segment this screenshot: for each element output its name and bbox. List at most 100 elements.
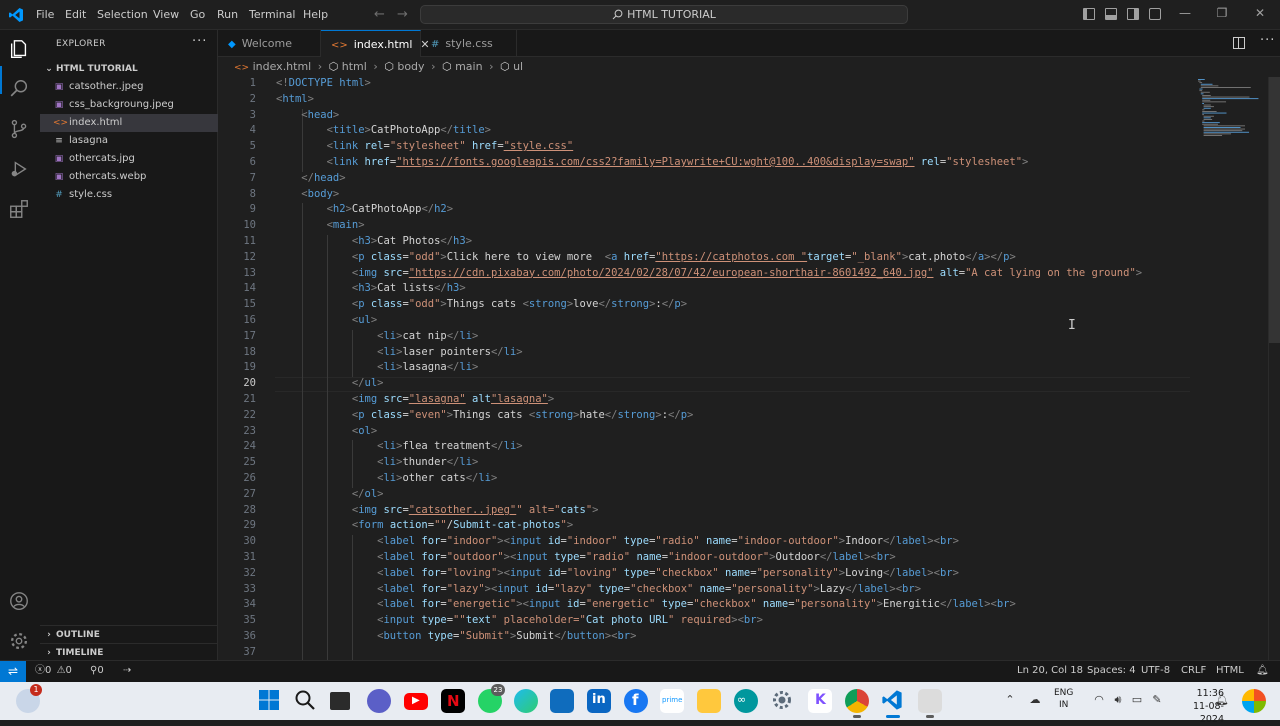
code-line[interactable]: <img src="lasagna" alt"lasagna">: [276, 393, 554, 405]
code-line[interactable]: <button type="Submit">Submit</button><br…: [276, 630, 636, 642]
notification-bell-icon[interactable]: 🔔︎: [1215, 693, 1229, 707]
snipping-tool-icon[interactable]: [918, 689, 942, 718]
file-item[interactable]: ▣ css_backgroung.jpeg: [40, 96, 218, 114]
close-window-icon[interactable]: ✕: [1250, 6, 1270, 22]
tab-welcome[interactable]: ◆ Welcome: [218, 30, 321, 57]
toggle-secondary-sidebar-icon[interactable]: [1127, 8, 1139, 20]
battery-icon[interactable]: ▭: [1130, 693, 1144, 707]
search-icon[interactable]: [8, 78, 32, 102]
code-line[interactable]: <body>: [276, 188, 339, 200]
code-line[interactable]: <h3>Cat Photos</h3>: [276, 235, 472, 247]
breadcrumb-ul[interactable]: ul: [513, 60, 523, 73]
extensions-icon[interactable]: [8, 198, 32, 222]
code-line[interactable]: <ol>: [276, 425, 377, 437]
file-item[interactable]: # style.css: [40, 186, 218, 204]
code-line[interactable]: <label for="lazy"><input id="lazy" type=…: [276, 583, 921, 595]
more-actions-icon[interactable]: ···: [192, 34, 207, 49]
file-item[interactable]: ▣ othercats.jpg: [40, 150, 218, 168]
code-line[interactable]: <li>cat nip</li>: [276, 330, 478, 342]
store-icon[interactable]: [550, 689, 574, 713]
menu-selection[interactable]: Selection: [97, 8, 148, 21]
arrow-right-icon[interactable]: →: [397, 7, 408, 22]
code-line[interactable]: <li>flea treatment</li>: [276, 440, 522, 452]
menu-file[interactable]: File: [36, 8, 54, 21]
youtube-icon[interactable]: ▶: [404, 693, 428, 710]
minimize-icon[interactable]: —: [1175, 6, 1195, 22]
tab-index-html[interactable]: <> index.html ✕: [321, 30, 430, 57]
restore-icon[interactable]: ❐: [1212, 6, 1232, 22]
code-line[interactable]: <h2>CatPhotoApp</h2>: [276, 203, 454, 215]
scrollbar-thumb[interactable]: [1269, 77, 1280, 343]
code-line[interactable]: <p class="even">Things cats <strong>hate…: [276, 409, 694, 421]
teams-icon[interactable]: [367, 689, 391, 713]
code-line[interactable]: <form action=""/Submit-cat-photos">: [276, 519, 573, 531]
minimap[interactable]: [1194, 77, 1268, 157]
timeline-section[interactable]: › TIMELINE: [40, 643, 218, 661]
netflix-icon[interactable]: N: [441, 689, 465, 713]
source-control-icon[interactable]: [8, 118, 32, 142]
bell-icon[interactable]: 🔔︎: [1256, 661, 1269, 681]
remote-icon[interactable]: ⇌: [0, 661, 26, 682]
code-line[interactable]: <input type=""text" placeholder="Cat pho…: [276, 614, 763, 626]
code-line[interactable]: <li>lasagna</li>: [276, 361, 478, 373]
indentation[interactable]: Spaces: 4: [1087, 661, 1136, 681]
menu-go[interactable]: Go: [190, 8, 205, 21]
whatsapp-icon[interactable]: 23: [478, 684, 505, 713]
code-line[interactable]: <img src="catsother..jpeg"" alt="cats">: [276, 504, 599, 516]
outline-section[interactable]: › OUTLINE: [40, 625, 218, 643]
code-line[interactable]: <ul>: [276, 314, 377, 326]
line-ending[interactable]: CRLF: [1181, 661, 1206, 681]
toggle-panel-icon[interactable]: [1105, 8, 1117, 20]
code-line[interactable]: <p class="odd">Things cats <strong>love<…: [276, 298, 687, 310]
explorer-icon[interactable]: [8, 38, 32, 62]
code-line[interactable]: <label for="indoor"><input id="indoor" t…: [276, 535, 959, 547]
code-line[interactable]: <li>thunder</li>: [276, 456, 478, 468]
language-indicator[interactable]: ENG IN: [1054, 687, 1073, 711]
code-line[interactable]: <title>CatPhotoApp</title>: [276, 124, 491, 136]
code-line[interactable]: <link rel="stylesheet" href="style.css": [276, 140, 574, 152]
breadcrumb-html[interactable]: html: [342, 60, 367, 73]
menu-edit[interactable]: Edit: [65, 8, 86, 21]
file-item[interactable]: ▣ othercats.webp: [40, 168, 218, 186]
settings-icon[interactable]: [771, 689, 795, 713]
code-line[interactable]: <p class="odd">Click here to view more <…: [276, 251, 1016, 263]
chrome-icon[interactable]: [845, 689, 869, 718]
wifi-icon[interactable]: ◠: [1092, 693, 1106, 707]
run-debug-icon[interactable]: [8, 158, 32, 182]
pen-icon[interactable]: ✎: [1150, 693, 1164, 707]
code-line[interactable]: <head>: [276, 109, 339, 121]
menu-view[interactable]: View: [153, 8, 179, 21]
breadcrumb-body[interactable]: body: [397, 60, 424, 73]
file-item-active[interactable]: <>index.html: [40, 114, 218, 132]
edge-icon[interactable]: [514, 689, 538, 713]
code-line[interactable]: <img src="https://cdn.pixabay.com/photo/…: [276, 267, 1142, 279]
volume-icon[interactable]: 🔊︎: [1111, 693, 1125, 707]
problems-indicator[interactable]: ⓧ0 ⚠0: [35, 661, 72, 681]
weather-icon[interactable]: 1: [16, 684, 42, 713]
code-line[interactable]: <label for="outdoor"><input type="radio"…: [276, 551, 896, 563]
toggle-primary-sidebar-icon[interactable]: [1083, 8, 1095, 20]
split-editor-icon[interactable]: [1233, 37, 1245, 49]
chevron-up-icon[interactable]: ⌃: [1003, 693, 1017, 707]
code-line[interactable]: <main>: [276, 219, 365, 231]
ports-indicator[interactable]: ⚲0: [90, 661, 104, 681]
code-line[interactable]: <label for="energetic"><input id="energe…: [276, 598, 1016, 610]
gear-icon[interactable]: [8, 630, 32, 654]
breadcrumb-main[interactable]: main: [455, 60, 482, 73]
command-center[interactable]: HTML TUTORIAL: [420, 5, 908, 24]
facebook-icon[interactable]: f: [624, 689, 648, 713]
linkedin-icon[interactable]: in: [587, 689, 611, 713]
breadcrumb-file[interactable]: index.html: [253, 60, 312, 73]
code-line[interactable]: <label for="loving"><input id="loving" t…: [276, 567, 959, 579]
encoding[interactable]: UTF-8: [1141, 661, 1170, 681]
search-icon[interactable]: [294, 689, 318, 713]
arduino-icon[interactable]: ∞: [734, 689, 758, 713]
tab-style-css[interactable]: # style.css: [421, 30, 517, 57]
more-actions-icon[interactable]: ···: [1260, 33, 1275, 48]
file-explorer-icon[interactable]: [697, 689, 721, 713]
menu-run[interactable]: Run: [217, 8, 238, 21]
cloud-icon[interactable]: ☁: [1028, 693, 1042, 707]
code-line[interactable]: <h3>Cat lists</h3>: [276, 282, 466, 294]
folder-header[interactable]: ⌄ HTML TUTORIAL: [40, 60, 218, 78]
code-line[interactable]: <!DOCTYPE html>: [276, 77, 371, 89]
